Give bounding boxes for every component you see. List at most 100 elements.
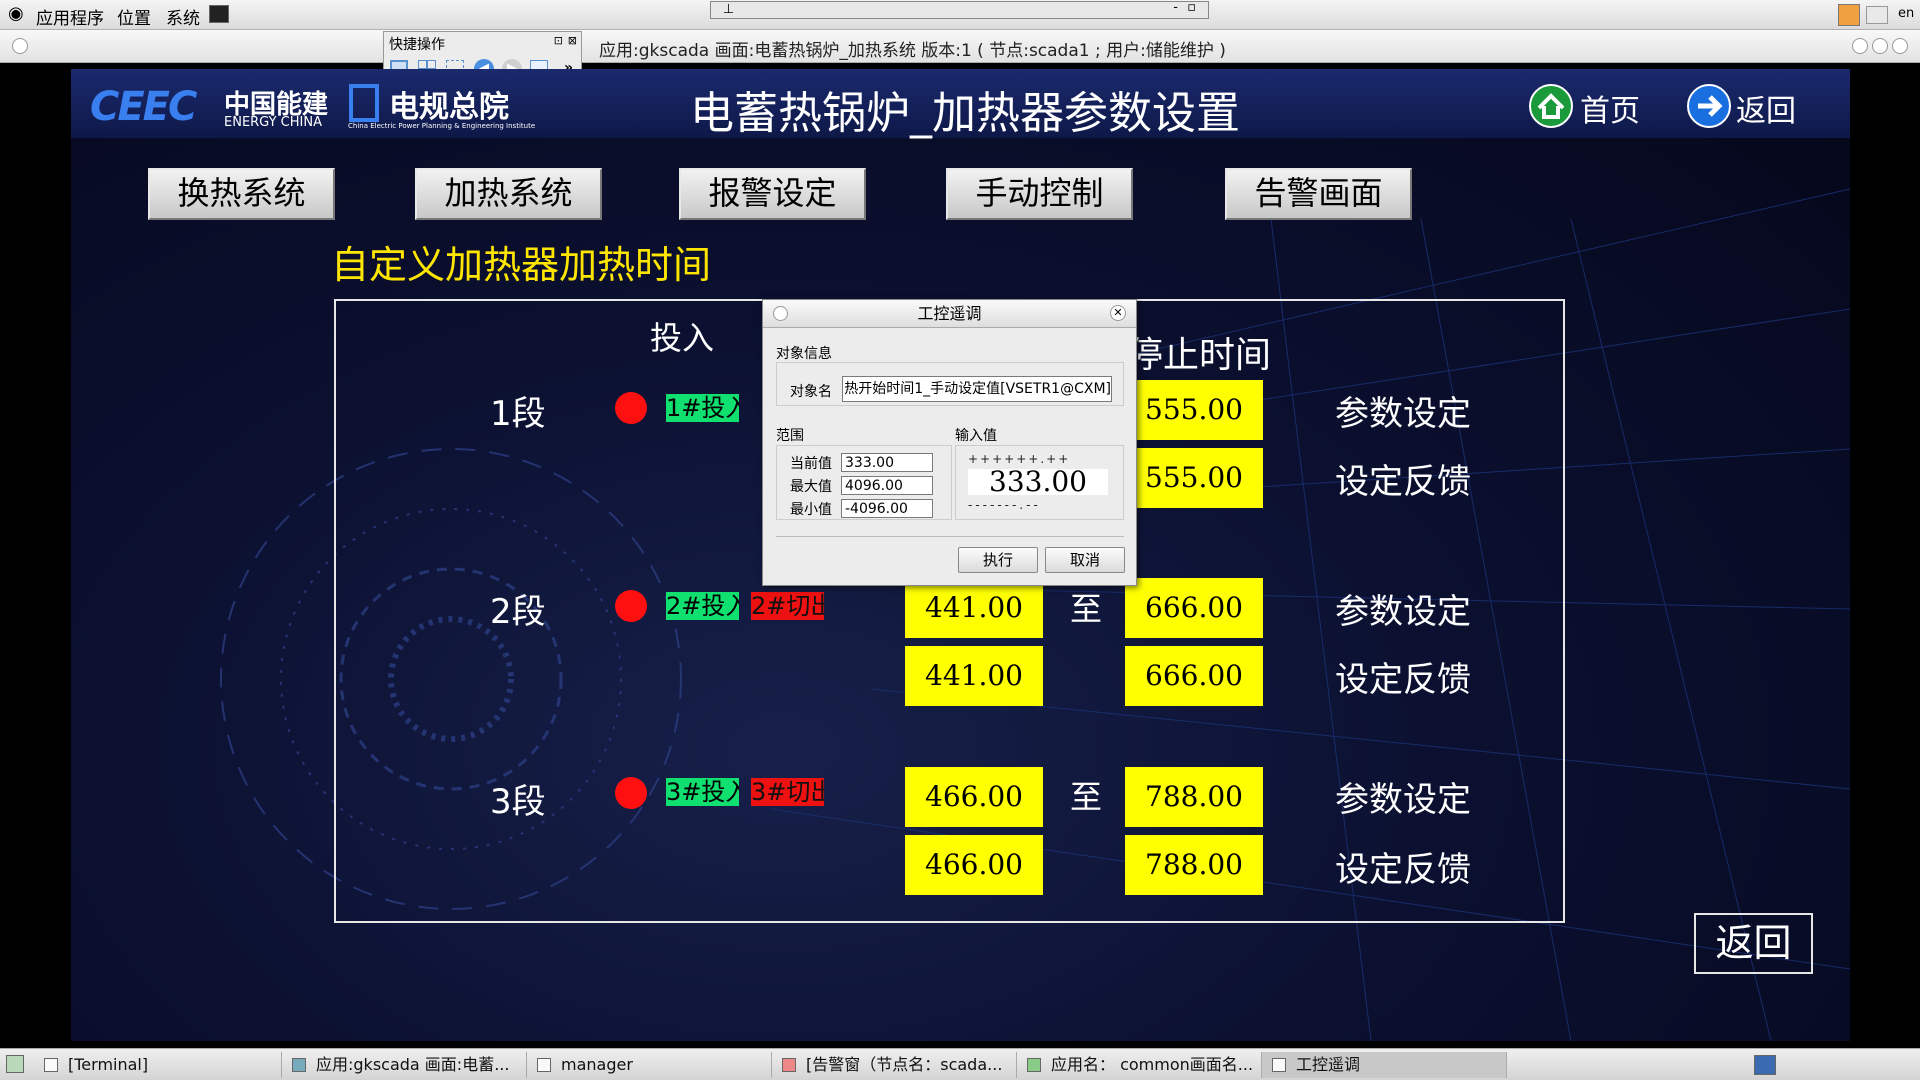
nav-manual-control[interactable]: 手动控制 [946,168,1133,220]
segment-2-set-label: 参数设定 [1335,592,1471,632]
object-name-label: 对象名 [790,384,832,400]
max-value-label: 最大值 [790,479,832,495]
segment-1-enable-button[interactable]: 1#投入 [666,394,739,422]
taskbar-item-label: 工控遥调 [1296,1055,1361,1074]
terminal-icon [44,1058,58,1072]
segment-2-fb-label: 设定反馈 [1335,660,1471,700]
object-info-label: 对象信息 [776,346,832,362]
dialog-title: 工控遥调 [917,304,982,323]
segment-3-fb-label: 设定反馈 [1335,850,1471,890]
nav-heat-exchange[interactable]: 换热系统 [148,168,335,220]
cancel-button[interactable]: 取消 [1045,547,1125,573]
segment-3-start-set[interactable]: 466.00 [905,767,1043,827]
logo-eppei: 电规总院 [389,90,509,125]
section-title: 自定义加热器加热时间 [331,243,712,287]
panel-close-icon[interactable]: ⊠ [568,34,577,47]
max-value-field: 4096.00 [841,476,933,495]
segment-2-disable-button[interactable]: 2#切出 [751,592,824,620]
segment-1-stop-feedback: 555.00 [1125,448,1263,508]
segment-2-label: 2段 [490,592,546,632]
taskbar-item-terminal[interactable]: [Terminal] [34,1052,282,1078]
taskbar-item-label: 应用:gkscada 画面:电蓄... [316,1055,510,1074]
taskbar-item-remote-adjust[interactable]: 工控遥调 [1262,1052,1507,1078]
keyboard-icon[interactable] [1866,6,1888,24]
close-icon[interactable] [1892,38,1908,54]
window-mini-titlebar[interactable]: ⊥ - ▫ [710,0,1209,19]
logo-energy-china-sub: ENERGY CHINA [224,115,322,130]
maximize-button[interactable]: ▫ [1187,0,1196,15]
taskbar: [Terminal] 应用:gkscada 画面:电蓄... manager [… [0,1048,1920,1080]
minimize-icon[interactable] [1852,38,1868,54]
taskbar-item-label: [告警窗（节点名：scada... [806,1055,1003,1074]
segment-1-label: 1段 [490,394,546,434]
terminal-launcher-icon[interactable] [209,5,229,23]
desktop-menu-bar: ◉ 应用程序 位置 系统 ⊥ - ▫ en [0,0,1920,30]
segment-1-stop-set[interactable]: 555.00 [1125,380,1263,440]
page-title: 电蓄热锅炉_加热器参数设置 [690,88,1240,139]
window-menu-icon[interactable] [12,38,28,54]
show-desktop-icon[interactable] [6,1055,24,1073]
taskbar-item-label: manager [561,1055,633,1074]
taskbar-item-gkscada[interactable]: 应用:gkscada 画面:电蓄... [282,1052,527,1078]
segment-3-stop-feedback: 788.00 [1125,835,1263,895]
menu-applications[interactable]: 应用程序 [36,4,104,29]
back-arrow-icon[interactable] [1687,84,1731,128]
segment-2-stop-set[interactable]: 666.00 [1125,578,1263,638]
taskbar-item-common[interactable]: 应用名： common画面名... [1017,1052,1262,1078]
nav-heating-system[interactable]: 加热系统 [415,168,602,220]
eppei-logo-mark [349,84,379,122]
back-link[interactable]: 返回 [1736,86,1796,130]
execute-button[interactable]: 执行 [958,547,1038,573]
logo-eppei-sub: China Electric Power Planning & Engineer… [348,122,536,130]
column-enable: 投入 [650,319,715,357]
home-link[interactable]: 首页 [1580,86,1640,130]
column-stop-time: 停止时间 [1127,335,1272,376]
pin-icon[interactable]: ⊥ [723,2,734,17]
return-button[interactable]: 返回 [1694,913,1813,974]
taskbar-item-label: [Terminal] [68,1055,149,1074]
window-icon [537,1058,551,1072]
current-value-label: 当前值 [790,456,832,472]
digit-increment-buttons[interactable]: ++++++.++ [968,452,1108,466]
gnome-foot-icon[interactable]: ◉ [8,3,24,24]
dialog-close-icon[interactable]: ✕ [1110,305,1126,321]
home-icon[interactable] [1529,84,1573,128]
ceec-logo: CEEC [90,84,197,130]
digit-spinner-value[interactable]: 333.00 [968,469,1108,495]
nav-alarm-screen[interactable]: 告警画面 [1225,168,1412,220]
lang-indicator[interactable]: en [1898,6,1914,21]
segment-2-stop-feedback: 666.00 [1125,646,1263,706]
segment-2-enable-button[interactable]: 2#投入 [666,592,739,620]
taskbar-item-label: 应用名： common画面名... [1051,1055,1254,1074]
app-icon [1027,1058,1041,1072]
notify-icon[interactable] [1838,4,1860,26]
segment-3-to: 至 [1070,778,1103,816]
segment-3-status-led [615,777,647,809]
menu-system[interactable]: 系统 [166,4,200,29]
dialog-titlebar[interactable]: 工控遥调 ✕ [763,300,1136,328]
menu-places[interactable]: 位置 [117,4,151,29]
segment-3-set-label: 参数设定 [1335,780,1471,820]
taskbar-item-manager[interactable]: manager [527,1052,772,1078]
segment-1-set-label: 参数设定 [1335,394,1471,434]
alarm-icon [782,1058,796,1072]
segment-3-disable-button[interactable]: 3#切出 [751,778,824,806]
workspace-switcher-icon[interactable] [1754,1055,1776,1075]
dialog-menu-icon[interactable] [773,306,788,321]
current-value-field: 333.00 [841,453,933,472]
nav-alarm-settings[interactable]: 报警设定 [679,168,866,220]
segment-3-enable-button[interactable]: 3#投入 [666,778,739,806]
dialog-divider [776,536,1124,537]
segment-3-start-feedback: 466.00 [905,835,1043,895]
segment-2-status-led [615,590,647,622]
taskbar-item-alarm[interactable]: [告警窗（节点名：scada... [772,1052,1017,1078]
digit-decrement-buttons[interactable]: -------.-- [968,498,1108,512]
maximize-icon[interactable] [1872,38,1888,54]
segment-2-start-set[interactable]: 441.00 [905,578,1043,638]
object-name-field[interactable]: 热开始时间1_手动设定值[VSETR1@CXM] [842,376,1112,402]
quick-panel-title: 快捷操作 [389,37,445,53]
minimize-button[interactable]: - [1173,0,1178,15]
input-value-label: 输入值 [955,428,997,444]
segment-3-stop-set[interactable]: 788.00 [1125,767,1263,827]
panel-pin-icon[interactable]: ⊡ [554,34,563,47]
